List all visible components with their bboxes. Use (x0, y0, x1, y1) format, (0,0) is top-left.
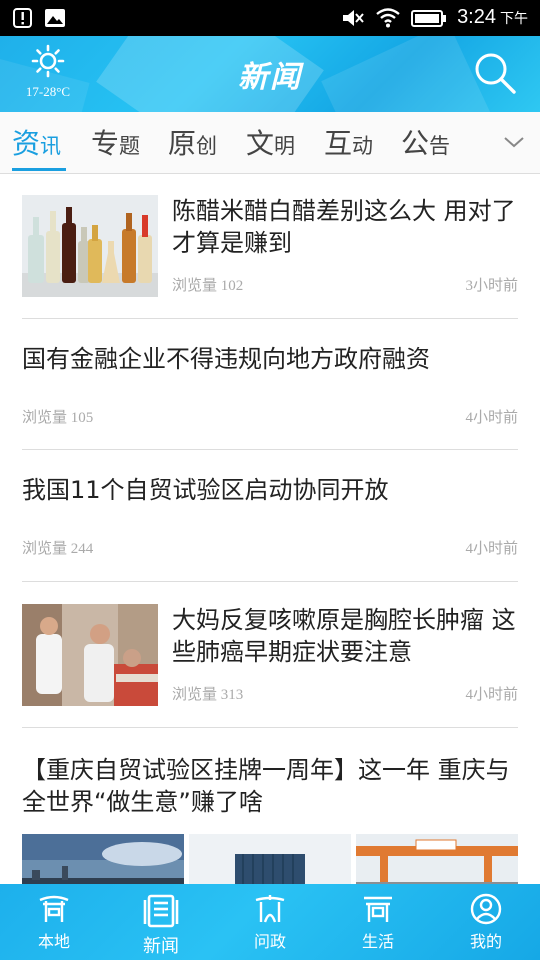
tab-notices[interactable]: 公告 (401, 122, 450, 162)
nav-news[interactable]: 新闻 (121, 892, 201, 958)
doctor-patient-thumbnail (22, 604, 158, 706)
alert-icon (13, 8, 32, 28)
list-item[interactable]: 陈醋米醋白醋差别这么大 用对了才算是赚到 浏览量 102 3小时前 (22, 195, 518, 319)
battery-icon (411, 9, 447, 27)
news-title: 我国11个自贸试验区启动协同开放 (22, 476, 389, 504)
news-title: 陈醋米醋白醋差别这么大 用对了才算是赚到 (172, 197, 516, 257)
port-crane-thumbnail (356, 834, 518, 884)
newspaper-icon (143, 894, 179, 928)
list-item[interactable]: 大妈反复咳嗽原是胸腔长肿瘤 这些肺癌早期症状要注意 浏览量 313 4小时前 (22, 582, 518, 728)
mute-icon (343, 9, 364, 26)
city-skyline-thumbnail (22, 834, 184, 884)
category-tabs: 资讯 专题 原创 文明 互动 公告 (0, 112, 540, 174)
nav-life[interactable]: 生活 (338, 892, 418, 952)
nav-profile[interactable]: 我的 (446, 892, 526, 952)
bottom-nav: 本地 新闻 问政 生活 我的 (0, 884, 540, 960)
tab-news[interactable]: 资讯 (12, 122, 61, 162)
nav-label: 本地 (37, 932, 70, 951)
news-feed: 陈醋米醋白醋差别这么大 用对了才算是赚到 浏览量 102 3小时前 国有金融企业… (0, 175, 540, 884)
nav-label: 生活 (361, 932, 394, 951)
timestamp: 3小时前 (465, 278, 518, 294)
timestamp: 4小时前 (465, 410, 518, 426)
view-count: 浏览量 313 (172, 687, 244, 703)
news-title: 国有金融企业不得违规向地方政府融资 (22, 345, 430, 373)
news-title: 【重庆自贸试验区挂牌一周年】这一年 重庆与全世界“做生意”赚了啥 (22, 756, 510, 816)
chevron-down-icon[interactable] (502, 130, 526, 154)
nav-local[interactable]: 本地 (14, 892, 94, 952)
news-title: 大妈反复咳嗽原是胸腔长肿瘤 这些肺癌早期症状要注意 (172, 606, 516, 666)
nav-label: 我的 (469, 932, 502, 951)
nav-label: 问政 (253, 932, 286, 951)
tab-civilization[interactable]: 文明 (246, 122, 295, 162)
local-gate-icon (39, 895, 69, 922)
list-item[interactable]: 国有金融企业不得违规向地方政府融资 浏览量 105 4小时前 (22, 319, 518, 450)
view-count: 浏览量 244 (22, 541, 94, 557)
wifi-icon (376, 7, 400, 27)
tab-interaction[interactable]: 互动 (324, 122, 373, 162)
view-count: 浏览量 105 (22, 410, 94, 426)
list-item[interactable]: 【重庆自贸试验区挂牌一周年】这一年 重庆与全世界“做生意”赚了啥 (22, 728, 518, 884)
view-count: 浏览量 102 (172, 278, 244, 294)
image-icon (45, 9, 65, 27)
government-hall-icon (255, 895, 285, 923)
search-icon[interactable] (472, 50, 518, 96)
timestamp: 4小时前 (465, 687, 518, 703)
app-header: 17-28°C 新闻 (0, 36, 540, 112)
list-item[interactable]: 我国11个自贸试验区启动协同开放 浏览量 244 4小时前 (22, 450, 518, 582)
active-tab-indicator (12, 168, 66, 171)
vinegar-bottles-thumbnail (22, 195, 158, 297)
nav-inquiry[interactable]: 问政 (230, 892, 310, 952)
tab-original[interactable]: 原创 (168, 122, 217, 162)
status-time: 3:24 下午 (457, 6, 528, 28)
profile-icon (470, 893, 502, 925)
nav-label: 新闻 (143, 936, 179, 957)
status-bar: 3:24 下午 (0, 0, 540, 36)
timestamp: 4小时前 (465, 541, 518, 557)
shipping-container-thumbnail (189, 834, 351, 884)
page-title: 新闻 (238, 60, 302, 95)
shop-icon (364, 896, 392, 922)
tab-topics[interactable]: 专题 (91, 122, 140, 162)
